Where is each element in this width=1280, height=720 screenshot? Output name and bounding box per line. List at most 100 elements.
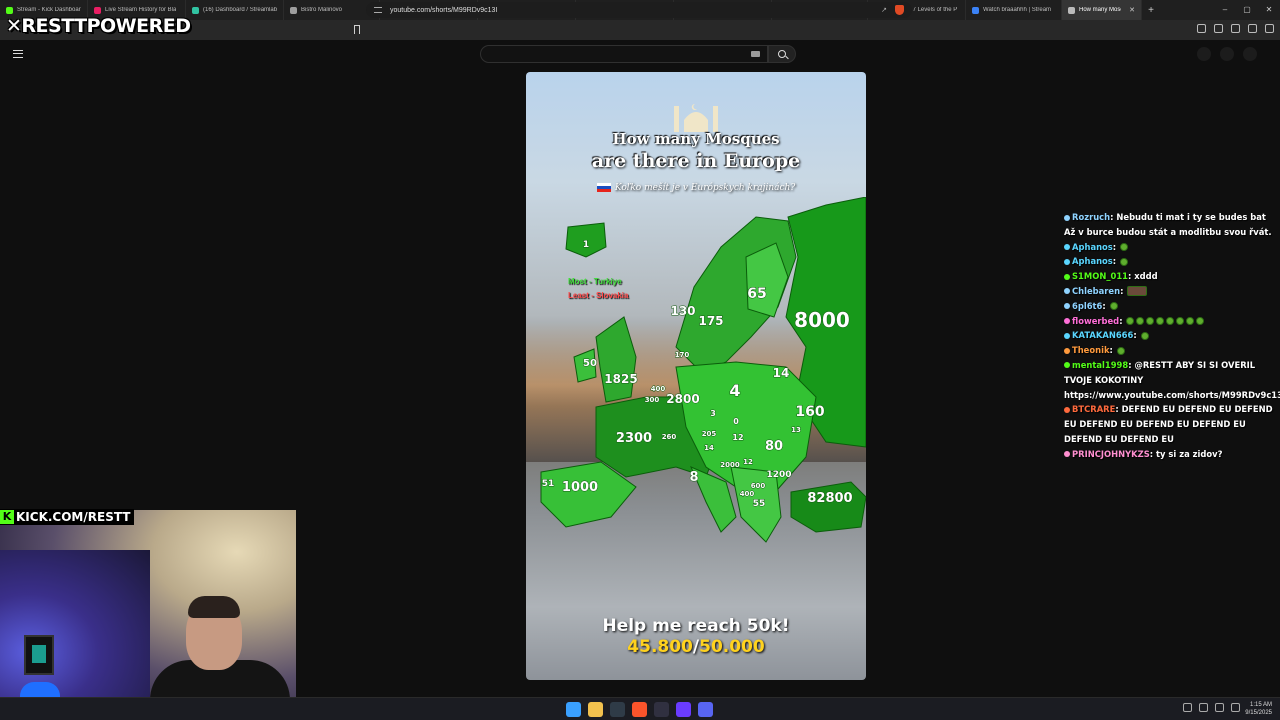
url-field[interactable]: youtube.com/shorts/M99RDv9c13I ↗ bbox=[366, 2, 912, 18]
chat-username[interactable]: PRINCJOHNYKZS bbox=[1072, 449, 1150, 459]
close-window-button[interactable]: ✕ bbox=[1258, 0, 1280, 20]
user-badge-icon bbox=[1064, 406, 1070, 413]
menu-icon[interactable] bbox=[1265, 24, 1274, 33]
bookmark-icon[interactable] bbox=[354, 25, 360, 34]
address-bar bbox=[0, 20, 1280, 40]
chat-username[interactable]: Chlebaren bbox=[1072, 286, 1120, 296]
map-count-label: 2800 bbox=[666, 392, 699, 406]
media-icon[interactable] bbox=[1231, 24, 1240, 33]
browser-tab[interactable]: Watch braaahhh | Stream bbox=[966, 0, 1062, 20]
map-count-label: 160 bbox=[795, 404, 824, 420]
user-badge-icon bbox=[1064, 362, 1070, 369]
short-video[interactable]: 1 130 175 65 8000 50 170 1825 400 300 2800 4 14 160 3 0… bbox=[526, 72, 866, 680]
hamburger-menu-icon[interactable] bbox=[13, 50, 23, 58]
video-title-line2: are there in Europe bbox=[591, 150, 801, 172]
chat-text: xddd bbox=[1134, 271, 1158, 282]
terminal-icon[interactable] bbox=[610, 702, 625, 717]
browser-tab[interactable]: How many Mosqu ✕ bbox=[1062, 0, 1142, 20]
map-count-label: 300 bbox=[645, 396, 660, 404]
tab-favicon-icon bbox=[192, 6, 199, 14]
obs-icon[interactable] bbox=[654, 702, 669, 717]
windows-start-icon[interactable] bbox=[566, 702, 581, 717]
chat-username[interactable]: S1MON_011 bbox=[1072, 271, 1128, 281]
clock[interactable]: 1:15 AM 9/15/2025 bbox=[1245, 701, 1272, 717]
browser-tab[interactable]: (16) Dashboard / Streamlab bbox=[186, 0, 284, 20]
user-badge-icon bbox=[1064, 318, 1070, 325]
site-info-icon[interactable] bbox=[374, 7, 382, 13]
tab-label: Stream - Kick Dashboard bbox=[17, 7, 81, 13]
tray-chevron-icon[interactable] bbox=[1183, 703, 1192, 712]
map-count-label: 400 bbox=[651, 385, 666, 393]
chat-username[interactable]: Aphanos bbox=[1072, 242, 1113, 252]
tab-close-icon[interactable]: ✕ bbox=[1129, 6, 1135, 14]
microphone-icon[interactable] bbox=[1199, 703, 1208, 712]
chat-message: Aphanos: bbox=[1064, 240, 1278, 255]
create-icon[interactable] bbox=[1197, 47, 1211, 61]
wallet-icon[interactable] bbox=[1214, 24, 1223, 33]
chat-message: S1MON_011: xddd bbox=[1064, 269, 1278, 284]
tab-favicon-icon bbox=[290, 6, 297, 14]
emote-icon bbox=[1126, 317, 1135, 326]
chat-username[interactable]: Theonik bbox=[1072, 345, 1110, 355]
minimize-button[interactable]: – bbox=[1214, 0, 1236, 20]
europe-map: 1 130175 65 8000 50 170 1825 400 300 2800 4 14 160 3 0… bbox=[540, 197, 866, 543]
search-button[interactable] bbox=[768, 45, 796, 63]
chat-username[interactable]: mental1998 bbox=[1072, 360, 1128, 370]
file-explorer-icon[interactable] bbox=[588, 702, 603, 717]
volume-icon[interactable] bbox=[1231, 703, 1240, 712]
clock-time: 1:15 AM bbox=[1249, 702, 1272, 708]
user-badge-icon bbox=[1064, 258, 1070, 265]
emote-icon bbox=[1176, 317, 1185, 326]
chat-username[interactable]: 6pl6t6 bbox=[1072, 301, 1102, 311]
tab-label: Watch braaahhh | Stream bbox=[983, 7, 1052, 13]
chat-message: KATAKAN666: bbox=[1064, 328, 1278, 343]
extension-icon[interactable] bbox=[1197, 24, 1206, 33]
keyboard-icon[interactable] bbox=[751, 51, 760, 57]
chat-username[interactable]: Aphanos bbox=[1072, 256, 1113, 266]
maximize-button[interactable]: ▢ bbox=[1236, 0, 1258, 20]
user-badge-icon bbox=[1064, 244, 1070, 251]
chat-username[interactable]: KATAKAN666 bbox=[1072, 330, 1133, 340]
map-legend: Most - Turkiye Least - Slovakia bbox=[568, 275, 628, 303]
share-icon[interactable]: ↗ bbox=[881, 6, 887, 14]
emote-icon bbox=[1116, 346, 1125, 355]
network-icon[interactable] bbox=[1215, 703, 1224, 712]
new-tab-button[interactable]: + bbox=[1142, 5, 1160, 16]
app-icon[interactable] bbox=[676, 702, 691, 717]
map-count-label: 51 bbox=[542, 479, 555, 489]
search-input[interactable] bbox=[480, 45, 768, 63]
webcam-person-hair bbox=[188, 596, 240, 618]
emote-icon bbox=[1120, 243, 1129, 252]
tab-favicon-icon bbox=[1068, 6, 1075, 14]
kick-logo-icon: K bbox=[0, 510, 14, 524]
taskbar-apps bbox=[566, 702, 713, 717]
sidebar-icon[interactable] bbox=[1248, 24, 1257, 33]
tab-label: Live Stream History for Bla bbox=[105, 7, 177, 13]
map-count-label: 12 bbox=[743, 458, 753, 466]
map-count-label: 170 bbox=[675, 351, 690, 359]
avatar[interactable] bbox=[1243, 47, 1257, 61]
discord-icon[interactable] bbox=[698, 702, 713, 717]
map-count-label: 1 bbox=[583, 240, 589, 250]
chat-message: PRINCJOHNYKZS: ty si za zidov? bbox=[1064, 447, 1278, 462]
brave-icon[interactable] bbox=[632, 702, 647, 717]
webcam-feed bbox=[0, 510, 296, 720]
map-count-label: 2000 bbox=[720, 461, 740, 469]
chat-username[interactable]: BTCRARE bbox=[1072, 404, 1115, 414]
map-count-label: 175 bbox=[698, 314, 723, 328]
tab-favicon-icon bbox=[6, 6, 13, 14]
emote-image-icon bbox=[1127, 286, 1148, 297]
chat-overlay: Rozruch: Nebudu ti mat i ty se budes bat… bbox=[1064, 210, 1280, 462]
extension-icons bbox=[1197, 24, 1274, 33]
map-count-label: 400 bbox=[740, 490, 755, 498]
url-text: youtube.com/shorts/M99RDv9c13I bbox=[390, 6, 498, 14]
emote-icon bbox=[1120, 257, 1129, 266]
notifications-icon[interactable] bbox=[1220, 47, 1234, 61]
chat-username[interactable]: flowerbed bbox=[1072, 316, 1119, 326]
map-count-label: 0 bbox=[733, 417, 739, 426]
chat-username[interactable]: Rozruch bbox=[1072, 212, 1110, 222]
map-count-label: 13 bbox=[791, 426, 801, 434]
chat-message: 6pl6t6: bbox=[1064, 299, 1278, 314]
chat-message: mental1998: @RESTT ABY SI SI OVERIL TVOJ… bbox=[1064, 358, 1280, 402]
brave-shield-icon[interactable] bbox=[895, 5, 904, 15]
